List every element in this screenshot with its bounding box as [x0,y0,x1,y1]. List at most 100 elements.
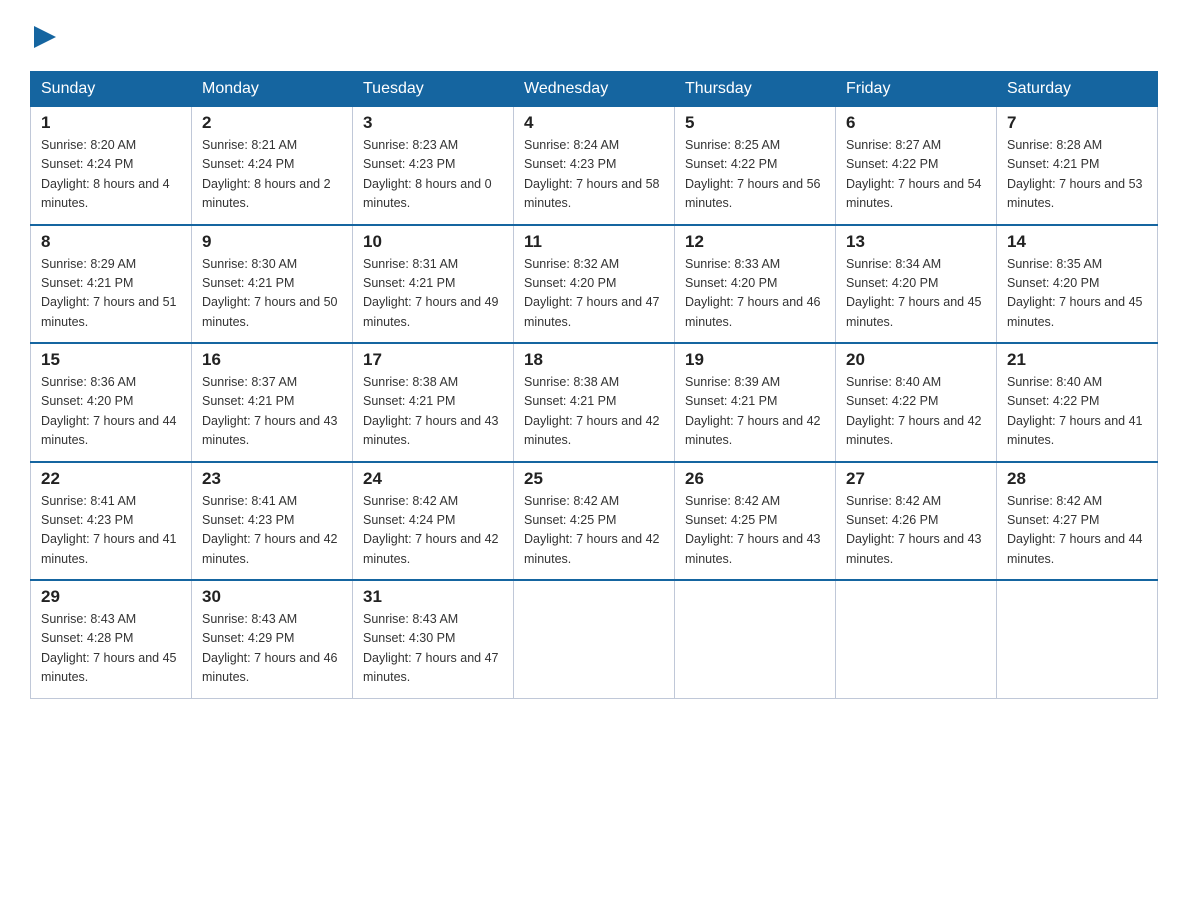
table-row: 20 Sunrise: 8:40 AMSunset: 4:22 PMDayligh… [836,343,997,462]
day-number: 30 [202,587,342,607]
day-info: Sunrise: 8:42 AMSunset: 4:25 PMDaylight:… [524,492,664,570]
table-row: 29 Sunrise: 8:43 AMSunset: 4:28 PMDayligh… [31,580,192,698]
day-number: 2 [202,113,342,133]
day-info: Sunrise: 8:43 AMSunset: 4:30 PMDaylight:… [363,610,503,688]
table-row [836,580,997,698]
header-wednesday: Wednesday [514,72,675,107]
header-tuesday: Tuesday [353,72,514,107]
day-info: Sunrise: 8:43 AMSunset: 4:28 PMDaylight:… [41,610,181,688]
day-number: 1 [41,113,181,133]
day-number: 29 [41,587,181,607]
logo-arrow-icon [34,26,56,48]
table-row: 5 Sunrise: 8:25 AMSunset: 4:22 PMDaylight… [675,107,836,225]
week-row-5: 29 Sunrise: 8:43 AMSunset: 4:28 PMDayligh… [31,580,1158,698]
day-info: Sunrise: 8:39 AMSunset: 4:21 PMDaylight:… [685,373,825,451]
day-info: Sunrise: 8:25 AMSunset: 4:22 PMDaylight:… [685,136,825,214]
logo [30,20,56,53]
header-friday: Friday [836,72,997,107]
calendar-table: SundayMondayTuesdayWednesdayThursdayFrid… [30,71,1158,699]
day-number: 21 [1007,350,1147,370]
day-number: 31 [363,587,503,607]
day-number: 7 [1007,113,1147,133]
table-row: 23 Sunrise: 8:41 AMSunset: 4:23 PMDayligh… [192,462,353,581]
day-info: Sunrise: 8:42 AMSunset: 4:24 PMDaylight:… [363,492,503,570]
day-info: Sunrise: 8:33 AMSunset: 4:20 PMDaylight:… [685,255,825,333]
day-number: 20 [846,350,986,370]
day-info: Sunrise: 8:42 AMSunset: 4:27 PMDaylight:… [1007,492,1147,570]
day-number: 27 [846,469,986,489]
day-number: 24 [363,469,503,489]
day-number: 6 [846,113,986,133]
day-number: 9 [202,232,342,252]
day-number: 18 [524,350,664,370]
table-row: 19Sunrise: 8:39 AMSunset: 4:21 PMDayligh… [675,343,836,462]
week-row-1: 1 Sunrise: 8:20 AMSunset: 4:24 PMDaylight… [31,107,1158,225]
day-number: 11 [524,232,664,252]
day-number: 4 [524,113,664,133]
table-row: 25Sunrise: 8:42 AMSunset: 4:25 PMDayligh… [514,462,675,581]
table-row [514,580,675,698]
day-number: 22 [41,469,181,489]
table-row: 1 Sunrise: 8:20 AMSunset: 4:24 PMDaylight… [31,107,192,225]
page-header [30,20,1158,53]
day-number: 23 [202,469,342,489]
day-number: 10 [363,232,503,252]
day-info: Sunrise: 8:23 AMSunset: 4:23 PMDaylight:… [363,136,503,214]
table-row: 9 Sunrise: 8:30 AMSunset: 4:21 PMDaylight… [192,225,353,344]
day-info: Sunrise: 8:41 AMSunset: 4:23 PMDaylight:… [202,492,342,570]
table-row: 27 Sunrise: 8:42 AMSunset: 4:26 PMDayligh… [836,462,997,581]
table-row [675,580,836,698]
day-number: 16 [202,350,342,370]
day-number: 12 [685,232,825,252]
day-info: Sunrise: 8:40 AMSunset: 4:22 PMDaylight:… [846,373,986,451]
weekday-header-row: SundayMondayTuesdayWednesdayThursdayFrid… [31,72,1158,107]
day-info: Sunrise: 8:21 AMSunset: 4:24 PMDaylight:… [202,136,342,214]
header-thursday: Thursday [675,72,836,107]
day-number: 14 [1007,232,1147,252]
week-row-2: 8Sunrise: 8:29 AMSunset: 4:21 PMDaylight… [31,225,1158,344]
table-row: 11 Sunrise: 8:32 AMSunset: 4:20 PMDayligh… [514,225,675,344]
day-info: Sunrise: 8:24 AMSunset: 4:23 PMDaylight:… [524,136,664,214]
table-row: 6Sunrise: 8:27 AMSunset: 4:22 PMDaylight… [836,107,997,225]
table-row: 31 Sunrise: 8:43 AMSunset: 4:30 PMDayligh… [353,580,514,698]
table-row: 22Sunrise: 8:41 AMSunset: 4:23 PMDayligh… [31,462,192,581]
table-row: 18Sunrise: 8:38 AMSunset: 4:21 PMDayligh… [514,343,675,462]
day-number: 28 [1007,469,1147,489]
day-info: Sunrise: 8:43 AMSunset: 4:29 PMDaylight:… [202,610,342,688]
day-info: Sunrise: 8:30 AMSunset: 4:21 PMDaylight:… [202,255,342,333]
day-info: Sunrise: 8:40 AMSunset: 4:22 PMDaylight:… [1007,373,1147,451]
table-row: 16 Sunrise: 8:37 AMSunset: 4:21 PMDayligh… [192,343,353,462]
day-info: Sunrise: 8:28 AMSunset: 4:21 PMDaylight:… [1007,136,1147,214]
table-row: 3 Sunrise: 8:23 AMSunset: 4:23 PMDaylight… [353,107,514,225]
table-row: 30 Sunrise: 8:43 AMSunset: 4:29 PMDayligh… [192,580,353,698]
table-row: 2 Sunrise: 8:21 AMSunset: 4:24 PMDaylight… [192,107,353,225]
table-row: 17 Sunrise: 8:38 AMSunset: 4:21 PMDayligh… [353,343,514,462]
table-row: 28 Sunrise: 8:42 AMSunset: 4:27 PMDayligh… [997,462,1158,581]
day-number: 17 [363,350,503,370]
header-saturday: Saturday [997,72,1158,107]
day-number: 26 [685,469,825,489]
table-row: 8Sunrise: 8:29 AMSunset: 4:21 PMDaylight… [31,225,192,344]
day-number: 3 [363,113,503,133]
day-number: 5 [685,113,825,133]
day-info: Sunrise: 8:31 AMSunset: 4:21 PMDaylight:… [363,255,503,333]
header-monday: Monday [192,72,353,107]
table-row: 4 Sunrise: 8:24 AMSunset: 4:23 PMDaylight… [514,107,675,225]
table-row: 7 Sunrise: 8:28 AMSunset: 4:21 PMDaylight… [997,107,1158,225]
week-row-4: 22 Sunrise: 8:41 AMSunset: 4:23 PMDayligh… [31,462,1158,581]
day-info: Sunrise: 8:42 AMSunset: 4:25 PMDaylight:… [685,492,825,570]
table-row: 24 Sunrise: 8:42 AMSunset: 4:24 PMDayligh… [353,462,514,581]
table-row: 13Sunrise: 8:34 AMSunset: 4:20 PMDayligh… [836,225,997,344]
week-row-3: 15Sunrise: 8:36 AMSunset: 4:20 PMDayligh… [31,343,1158,462]
day-info: Sunrise: 8:37 AMSunset: 4:21 PMDaylight:… [202,373,342,451]
day-info: Sunrise: 8:42 AMSunset: 4:26 PMDaylight:… [846,492,986,570]
header-sunday: Sunday [31,72,192,107]
day-info: Sunrise: 8:20 AMSunset: 4:24 PMDaylight:… [41,136,181,214]
table-row: 15Sunrise: 8:36 AMSunset: 4:20 PMDayligh… [31,343,192,462]
table-row: 21 Sunrise: 8:40 AMSunset: 4:22 PMDayligh… [997,343,1158,462]
day-info: Sunrise: 8:32 AMSunset: 4:20 PMDaylight:… [524,255,664,333]
day-info: Sunrise: 8:35 AMSunset: 4:20 PMDaylight:… [1007,255,1147,333]
day-info: Sunrise: 8:29 AMSunset: 4:21 PMDaylight:… [41,255,181,333]
day-info: Sunrise: 8:38 AMSunset: 4:21 PMDaylight:… [363,373,503,451]
table-row: 26 Sunrise: 8:42 AMSunset: 4:25 PMDayligh… [675,462,836,581]
